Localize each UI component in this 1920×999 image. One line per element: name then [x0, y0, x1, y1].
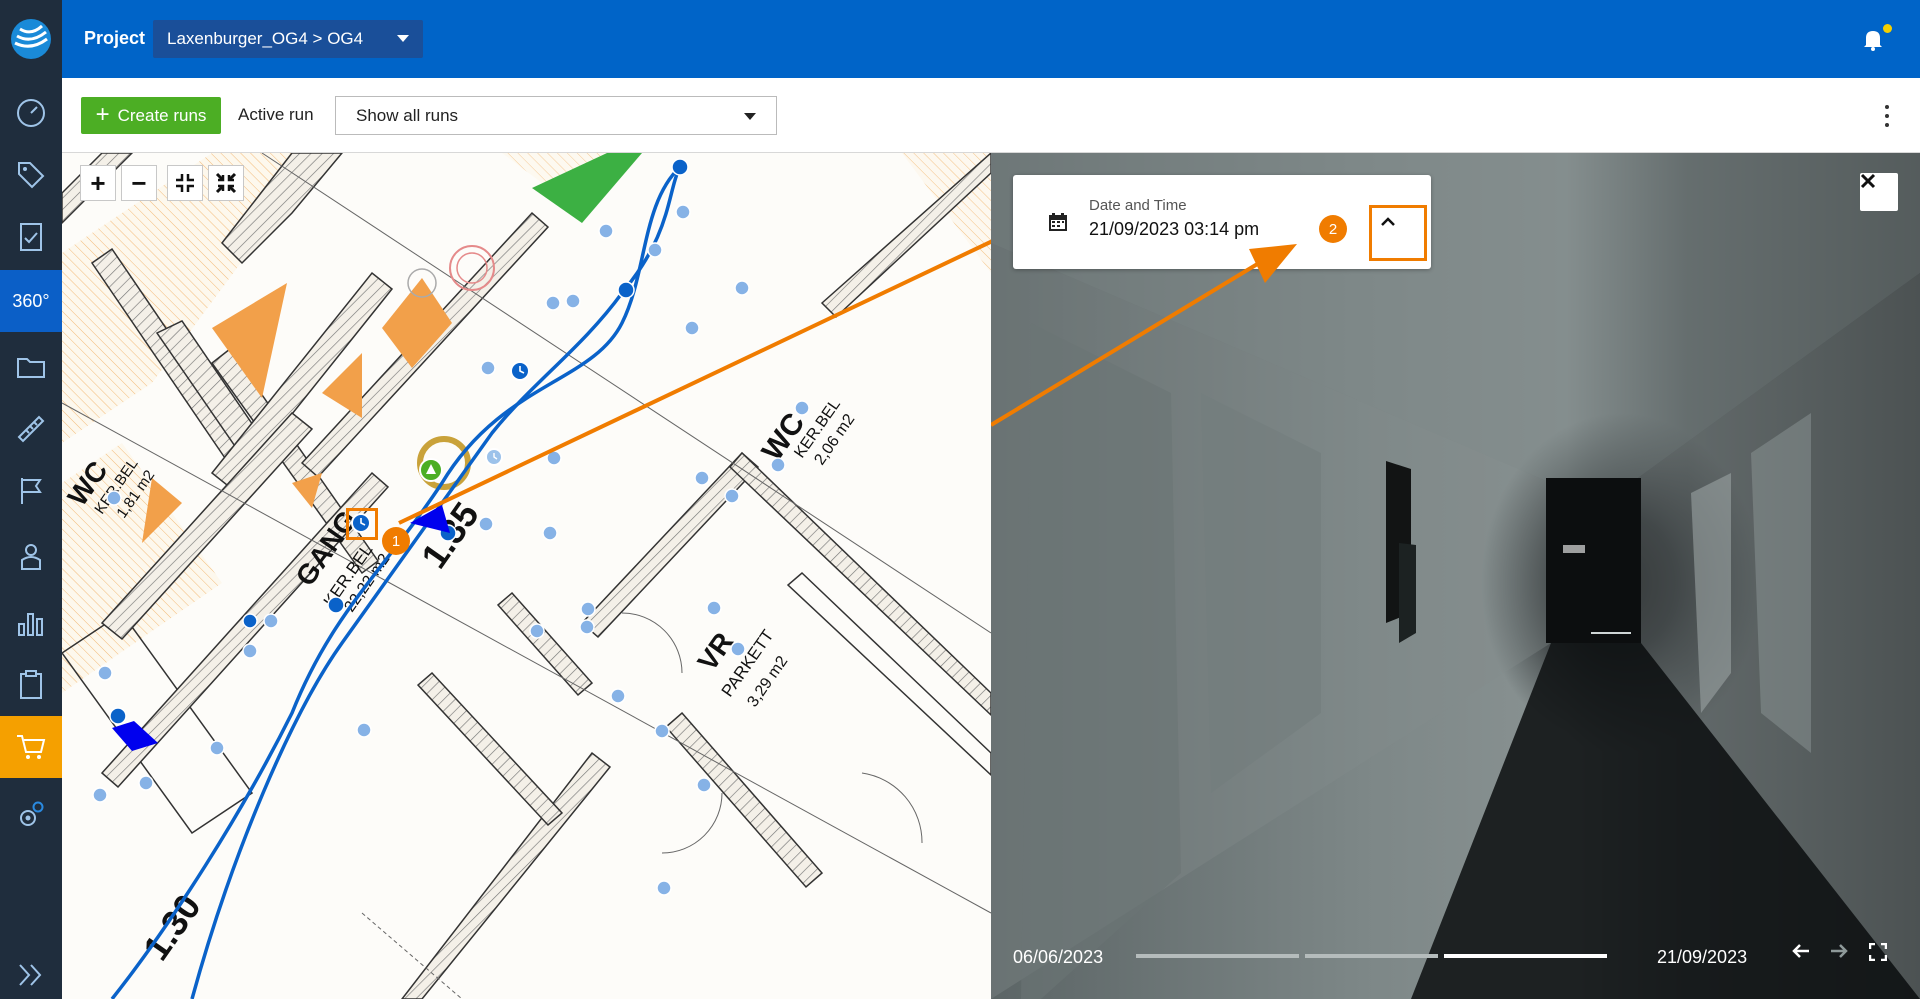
zoom-in-button[interactable]: +	[80, 165, 116, 201]
create-runs-button[interactable]: + Create runs	[81, 97, 221, 134]
sidebar-item-users[interactable]	[0, 526, 62, 588]
sidebar-360-label: 360°	[12, 290, 50, 311]
compress-icon	[176, 174, 194, 192]
current-position-marker[interactable]	[419, 458, 443, 482]
floor-plan-map[interactable]: WC KER.BEL 1,81 m2 GANG KER.BEL 22,22 m2…	[62, 153, 991, 999]
create-runs-label: Create runs	[117, 105, 207, 125]
plus-icon: +	[95, 100, 110, 128]
sidebar-item-360[interactable]: 360°	[0, 270, 62, 332]
cart-icon	[17, 735, 46, 759]
project-select-value: Laxenburger_OG4 > OG4	[167, 29, 364, 48]
sidebar-item-reports[interactable]	[0, 592, 62, 654]
highlight-box-capture	[346, 508, 378, 540]
dashboard-icon	[17, 99, 45, 127]
app-logo[interactable]	[0, 0, 62, 78]
sidebar-item-orders[interactable]	[0, 716, 62, 778]
more-options-icon[interactable]	[1884, 105, 1890, 127]
timeline-segment[interactable]	[1305, 954, 1438, 958]
active-run-select-value: Show all runs	[356, 105, 459, 125]
fullscreen-icon	[1869, 943, 1887, 961]
sidebar-expand-button[interactable]	[0, 944, 62, 999]
top-header: Project Laxenburger_OG4 > OG4	[62, 0, 1920, 78]
zoom-in-icon: +	[90, 167, 106, 198]
chevron-down-icon	[744, 113, 756, 120]
timeline-end-date: 21/09/2023	[1657, 947, 1748, 967]
runs-toolbar: + Create runs Active run Show all runs	[62, 78, 1920, 153]
settings-gear-icon	[20, 801, 44, 826]
expand-chevrons-icon	[19, 964, 42, 986]
arrow-right-icon	[1831, 944, 1848, 958]
close-icon	[1860, 173, 1876, 189]
panorama-viewer[interactable]: Date and Time 21/09/2023 03:14 pm 2 06/0…	[991, 153, 1920, 999]
zoom-out-button[interactable]: −	[121, 165, 157, 201]
document-check-icon	[20, 223, 42, 251]
timeline-start-date: 06/06/2023	[1013, 947, 1104, 967]
zoom-out-icon: −	[131, 167, 147, 198]
sidebar-item-documents[interactable]	[0, 206, 62, 268]
previous-capture-button[interactable]	[1791, 943, 1819, 971]
ruler-icon	[17, 415, 45, 443]
sidebar-item-settings[interactable]	[0, 784, 62, 846]
tag-icon	[18, 162, 45, 189]
collapse-view-button[interactable]	[208, 165, 244, 201]
notification-bell-icon[interactable]	[1860, 26, 1886, 52]
active-run-select[interactable]: Show all runs	[335, 96, 777, 135]
next-capture-button[interactable]	[1829, 943, 1857, 971]
sidebar-item-files[interactable]	[0, 336, 62, 398]
capture-clock-icon[interactable]	[485, 448, 503, 466]
chevron-down-icon	[397, 35, 409, 42]
close-viewer-button[interactable]	[1860, 173, 1898, 211]
arrow-left-icon	[1792, 944, 1809, 958]
floor-plan-drawing: WC KER.BEL 1,81 m2 GANG KER.BEL 22,22 m2…	[62, 153, 991, 999]
folder-icon	[17, 358, 45, 378]
capture-clock-icon[interactable]	[510, 361, 530, 381]
active-run-label: Active run	[238, 105, 314, 124]
bar-chart-icon	[18, 613, 43, 636]
user-icon	[21, 544, 41, 570]
project-label: Project	[84, 28, 146, 48]
sidebar-item-dashboard[interactable]	[0, 82, 62, 144]
notification-dot	[1883, 24, 1892, 33]
clipboard-icon	[20, 670, 42, 699]
project-select[interactable]: Laxenburger_OG4 > OG4	[153, 20, 423, 58]
fit-view-button[interactable]	[167, 165, 203, 201]
annotation-badge-1: 1	[382, 527, 410, 555]
timeline-segment[interactable]	[1136, 954, 1299, 958]
annotation-arrow	[991, 244, 1297, 427]
collapse-arrows-icon	[215, 172, 237, 194]
sidebar-item-checklists[interactable]	[0, 654, 62, 716]
timeline-segment-active[interactable]	[1444, 954, 1607, 958]
sidebar-item-milestones[interactable]	[0, 460, 62, 522]
sidebar-item-tags[interactable]	[0, 144, 62, 206]
flag-icon	[21, 478, 42, 504]
sidebar: 360°	[0, 0, 62, 999]
sidebar-item-measure[interactable]	[0, 398, 62, 460]
fullscreen-button[interactable]	[1869, 943, 1897, 971]
